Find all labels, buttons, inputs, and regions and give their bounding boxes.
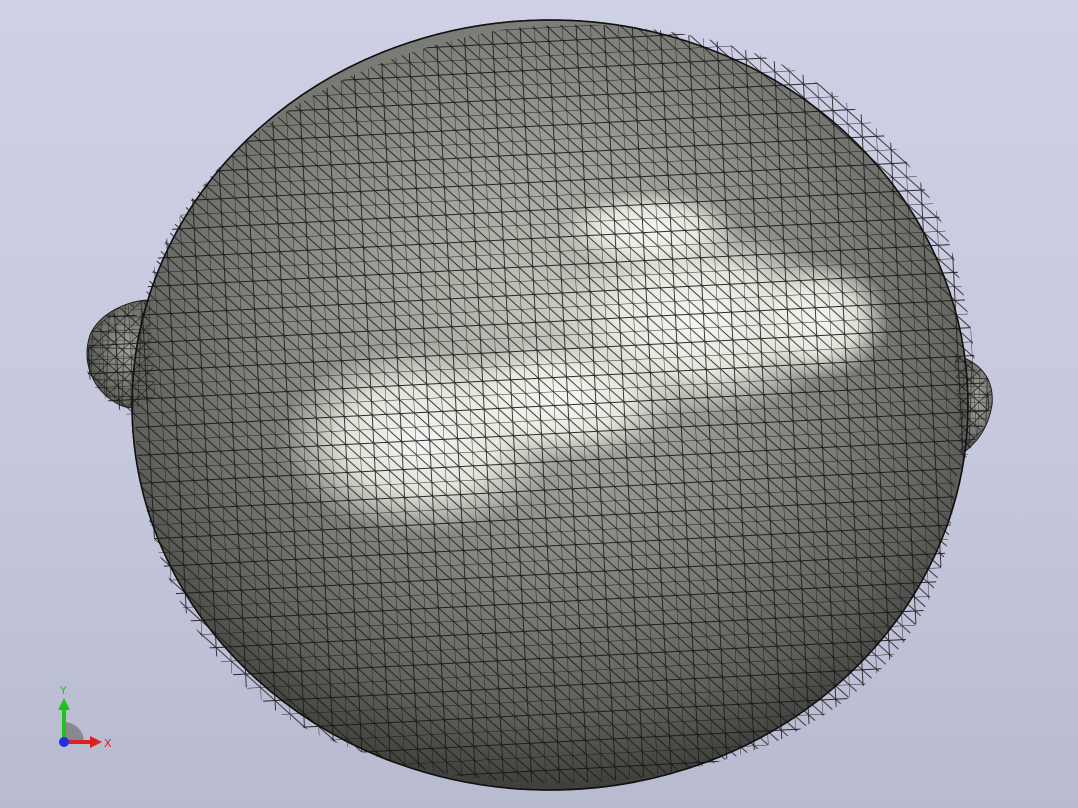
y-axis-label: Y — [59, 684, 67, 697]
lemon-body — [86, 19, 993, 791]
3d-viewport[interactable]: Y X — [0, 0, 1078, 808]
y-axis-arrow — [58, 698, 70, 710]
x-axis-label: X — [104, 737, 112, 750]
axis-triad[interactable]: Y X — [40, 680, 130, 760]
z-axis-origin — [59, 737, 69, 747]
lemon-mesh-model[interactable] — [0, 0, 1078, 808]
x-axis-arrow — [90, 736, 102, 748]
